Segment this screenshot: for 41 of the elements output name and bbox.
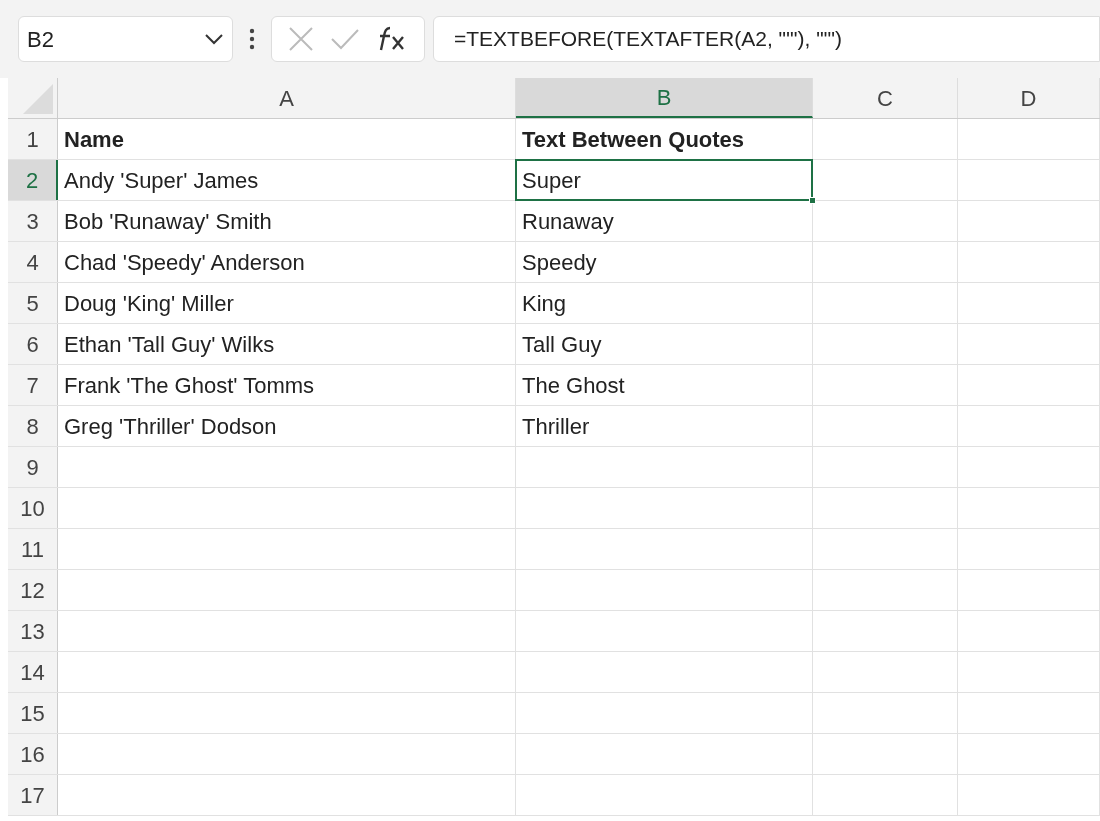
column-header[interactable]: B <box>516 78 813 118</box>
formula-field[interactable]: =TEXTBEFORE(TEXTAFTER(A2, "'"), "'") <box>433 16 1100 62</box>
table-cell[interactable]: Name <box>58 119 515 159</box>
row-header[interactable]: 8 <box>8 406 58 446</box>
row-header[interactable]: 4 <box>8 242 58 282</box>
row-header[interactable]: 6 <box>8 324 58 364</box>
row-header[interactable]: 3 <box>8 201 58 241</box>
table-cell[interactable]: Andy 'Super' James <box>58 160 515 200</box>
table-cell[interactable]: Greg 'Thriller' Dodson <box>58 406 515 446</box>
row-header[interactable]: 10 <box>8 488 58 528</box>
more-options-icon[interactable] <box>249 27 255 51</box>
row-header[interactable]: 15 <box>8 693 58 733</box>
table-cell[interactable]: Speedy <box>516 242 812 282</box>
table-cell[interactable]: Bob 'Runaway' Smith <box>58 201 515 241</box>
row-header[interactable]: 7 <box>8 365 58 405</box>
row-header[interactable]: 5 <box>8 283 58 323</box>
table-cell[interactable]: Tall Guy <box>516 324 812 364</box>
table-cell[interactable]: Chad 'Speedy' Anderson <box>58 242 515 282</box>
row-header[interactable]: 16 <box>8 734 58 774</box>
table-cell[interactable]: Ethan 'Tall Guy' Wilks <box>58 324 515 364</box>
name-box[interactable]: B2 <box>18 16 233 62</box>
table-cell[interactable]: Text Between Quotes <box>516 119 812 159</box>
table-cell[interactable]: King <box>516 283 812 323</box>
row-header[interactable]: 12 <box>8 570 58 610</box>
fill-handle[interactable] <box>809 197 816 204</box>
row-header[interactable]: 2 <box>8 160 58 200</box>
row-header[interactable]: 11 <box>8 529 58 569</box>
table-cell[interactable]: Runaway <box>516 201 812 241</box>
table-cell[interactable]: Doug 'King' Miller <box>58 283 515 323</box>
dropdown-icon <box>204 33 224 45</box>
row-header[interactable]: 13 <box>8 611 58 651</box>
table-cell[interactable]: Frank 'The Ghost' Tomms <box>58 365 515 405</box>
cell-reference: B2 <box>27 25 54 54</box>
row-header[interactable]: 14 <box>8 652 58 692</box>
formula-text: =TEXTBEFORE(TEXTAFTER(A2, "'"), "'") <box>454 26 843 53</box>
row-header[interactable]: 1 <box>8 119 58 159</box>
table-cell[interactable]: The Ghost <box>516 365 812 405</box>
row-header[interactable]: 9 <box>8 447 58 487</box>
table-cell[interactable]: Thriller <box>516 406 812 446</box>
row-header[interactable]: 17 <box>8 775 58 815</box>
table-cell[interactable]: Super <box>516 160 812 200</box>
